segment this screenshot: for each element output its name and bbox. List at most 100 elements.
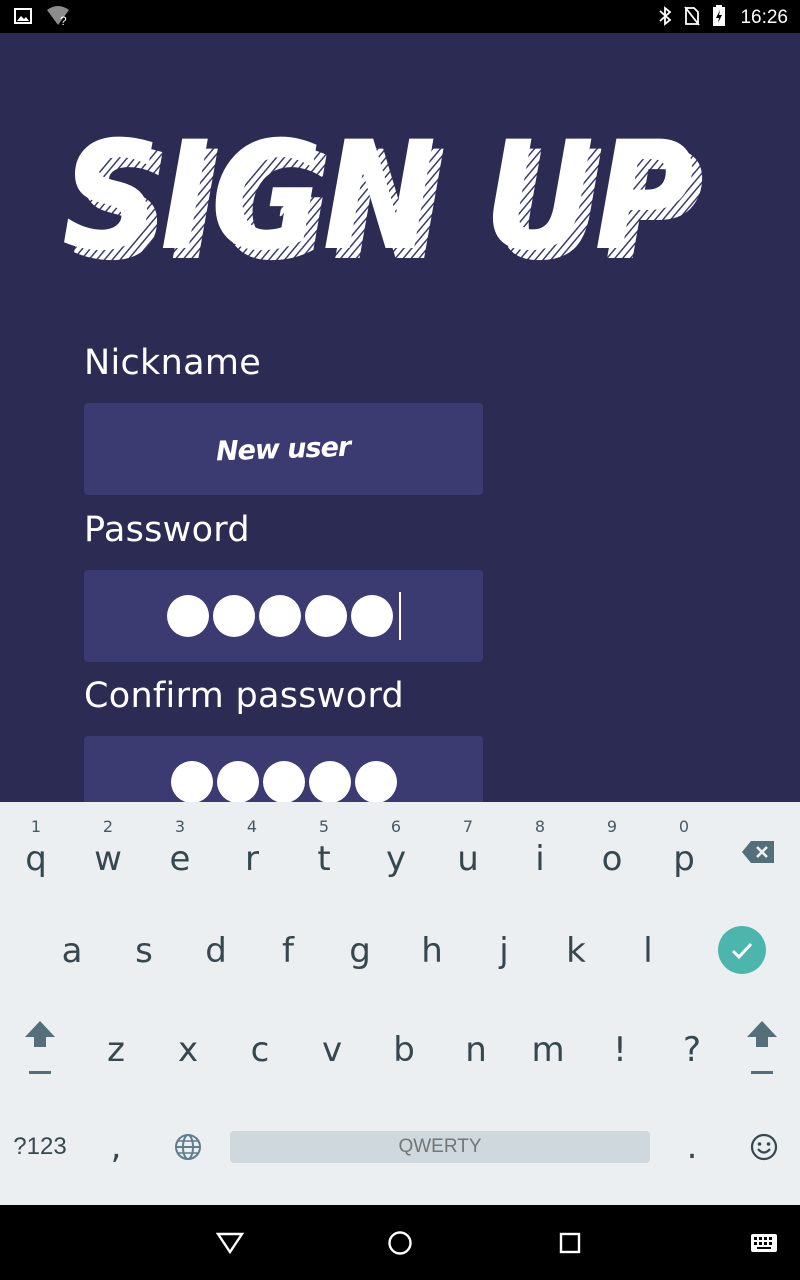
key-hint: 2 [102, 817, 114, 836]
key-hint: 9 [606, 817, 618, 836]
checkmark-icon [731, 942, 753, 960]
key-label: ? [682, 1030, 702, 1070]
recents-button[interactable] [552, 1225, 588, 1261]
page-title: SIGN UP SIGN UP [62, 110, 704, 294]
key-label: c [250, 1030, 270, 1070]
backspace-key[interactable] [722, 807, 794, 897]
key-m[interactable]: m [512, 1005, 584, 1095]
period-key[interactable]: . [656, 1102, 728, 1192]
key-label: m [531, 1030, 565, 1070]
comma-key[interactable]: , [80, 1102, 152, 1192]
shift-key-left[interactable] [4, 1002, 76, 1092]
confirm-password-label: Confirm password [84, 676, 405, 716]
key-label: ! [613, 1030, 627, 1070]
key-hint: 8 [534, 817, 546, 836]
shift-key-right[interactable] [726, 1002, 798, 1092]
comma-key-label: , [110, 1127, 122, 1167]
sign-up-screen: SIGN UP SIGN UP Nickname New user Passwo… [0, 33, 800, 802]
shift-icon [25, 1021, 55, 1074]
key-o[interactable]: 9o [576, 807, 648, 897]
text-cursor [398, 592, 401, 640]
key-label: a [61, 931, 83, 971]
key-v[interactable]: v [296, 1005, 368, 1095]
key-c[interactable]: c [224, 1005, 296, 1095]
password-field[interactable] [84, 570, 483, 662]
key-label: x [177, 1030, 199, 1070]
key-x[interactable]: x [152, 1005, 224, 1095]
key-label: k [566, 931, 586, 971]
key-n[interactable]: n [440, 1005, 512, 1095]
key-hint: 1 [30, 817, 42, 836]
no-sim-icon [684, 6, 701, 30]
key-j[interactable]: j [468, 906, 540, 996]
image-icon [14, 8, 32, 28]
back-icon [216, 1232, 244, 1254]
key-b[interactable]: b [368, 1005, 440, 1095]
key-label: j [499, 931, 509, 971]
page-title-text: SIGN UP [62, 110, 694, 284]
key-s[interactable]: s [108, 906, 180, 996]
key-e[interactable]: 3e [144, 807, 216, 897]
key-label: i [535, 839, 545, 879]
emoji-key[interactable] [728, 1102, 800, 1192]
password-label: Password [84, 510, 250, 550]
key-label: g [349, 931, 371, 971]
key-r[interactable]: 4r [216, 807, 288, 897]
key-label: t [317, 839, 331, 879]
key-hint: 0 [678, 817, 690, 836]
password-dot [304, 595, 347, 637]
key-exclamation[interactable]: ! [584, 1005, 656, 1095]
key-hint: 5 [318, 817, 330, 836]
key-label: h [421, 931, 443, 971]
globe-icon [175, 1134, 201, 1160]
password-dot [212, 595, 255, 637]
key-z[interactable]: z [80, 1005, 152, 1095]
battery-charging-icon [712, 5, 726, 31]
key-label: u [457, 839, 479, 879]
back-button[interactable] [212, 1225, 248, 1261]
key-i[interactable]: 8i [504, 807, 576, 897]
svg-text:?: ? [60, 14, 67, 26]
password-dots [166, 592, 401, 640]
nickname-field[interactable]: New user [84, 403, 483, 495]
key-h[interactable]: h [396, 906, 468, 996]
period-key-label: . [686, 1127, 698, 1167]
key-d[interactable]: d [180, 906, 252, 996]
space-key-label: QWERTY [398, 1136, 482, 1157]
enter-key[interactable] [718, 926, 766, 974]
key-label: y [385, 839, 407, 879]
key-u[interactable]: 7u [432, 807, 504, 897]
key-label: s [135, 931, 153, 971]
space-key[interactable]: QWERTY [230, 1131, 650, 1163]
symbols-key-label: ?123 [13, 1133, 67, 1160]
key-p[interactable]: 0p [648, 807, 720, 897]
key-t[interactable]: 5t [288, 807, 360, 897]
key-hint: 7 [462, 817, 474, 836]
key-label: r [245, 839, 259, 879]
symbols-key[interactable]: ?123 [4, 1102, 76, 1192]
key-label: z [107, 1030, 125, 1070]
password-dot [170, 761, 213, 802]
home-button[interactable] [382, 1225, 418, 1261]
key-y[interactable]: 6y [360, 807, 432, 897]
wifi-unknown-icon: ? [46, 6, 70, 30]
keyboard-switcher-button[interactable] [746, 1225, 782, 1261]
key-g[interactable]: g [324, 906, 396, 996]
password-dot [350, 595, 393, 637]
confirm-password-field[interactable] [84, 736, 483, 802]
password-dot [308, 761, 351, 802]
language-key[interactable] [152, 1102, 224, 1192]
key-w[interactable]: 2w [72, 807, 144, 897]
key-l[interactable]: l [612, 906, 684, 996]
home-icon [388, 1231, 412, 1255]
clock: 16:26 [740, 7, 788, 28]
key-q[interactable]: 1q [0, 807, 72, 897]
key-label: v [321, 1030, 343, 1070]
password-dot [262, 761, 305, 802]
key-question[interactable]: ? [656, 1005, 728, 1095]
key-k[interactable]: k [540, 906, 612, 996]
key-a[interactable]: a [36, 906, 108, 996]
password-dot [354, 761, 397, 802]
key-label: n [465, 1030, 487, 1070]
key-f[interactable]: f [252, 906, 324, 996]
